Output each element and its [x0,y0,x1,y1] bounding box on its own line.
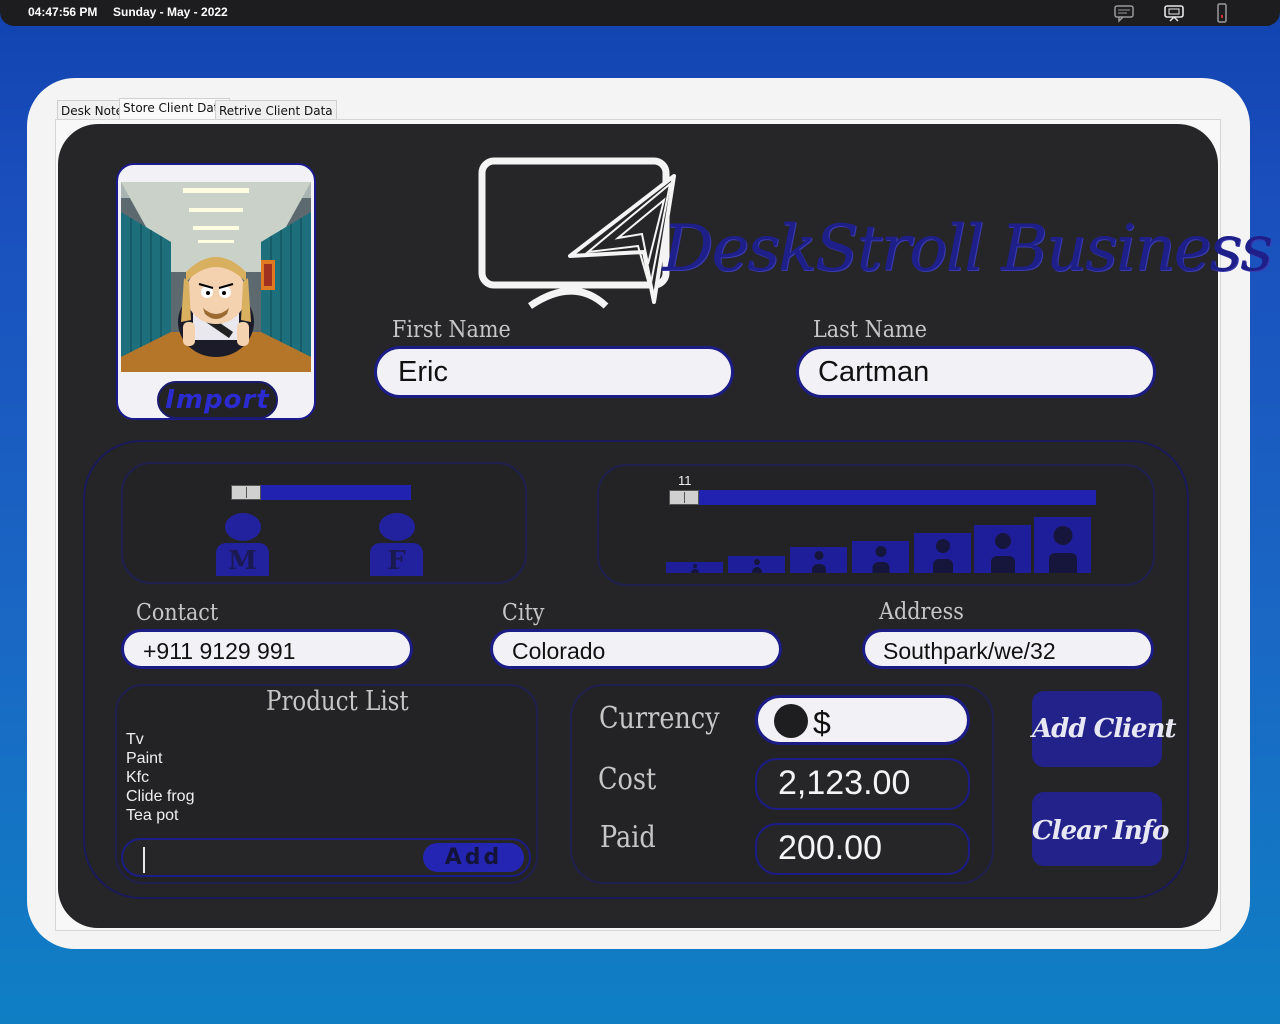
address-value: Southpark/we/32 [883,638,1056,664]
address-field[interactable]: Southpark/we/32 [862,629,1154,669]
import-photo-button[interactable]: Import [157,381,278,419]
gender-slider-thumb[interactable] [231,485,261,500]
first-name-value: Eric [398,356,448,388]
product-item[interactable]: Kfc [126,768,194,787]
product-list-title: Product List [266,686,409,717]
gender-selector [121,462,527,584]
tab-store-client-data[interactable]: Store Client Data [119,98,230,120]
age-step-5[interactable] [914,533,971,573]
currency-value: $ [813,705,831,741]
first-name-label: First Name [392,317,511,343]
age-group-figures [666,517,1092,573]
city-field[interactable]: Colorado [490,629,782,669]
currency-toggle-icon[interactable] [774,704,808,738]
cost-label: Cost [598,762,657,797]
male-label: M [216,543,269,576]
age-step-3[interactable] [790,547,847,573]
deskstroll-logo-icon [478,157,676,309]
male-figure-icon[interactable]: M [216,513,286,576]
age-slider-track[interactable] [669,490,1096,505]
currency-selector[interactable]: $ [755,695,970,745]
product-item[interactable]: Tv [126,730,194,749]
city-value: Colorado [512,638,606,664]
paid-field[interactable]: 200.00 [755,823,970,875]
contact-label: Contact [136,600,219,626]
last-name-field[interactable]: Cartman [796,346,1156,398]
clock-time: 04:47:56 PM [28,5,98,19]
age-step-4[interactable] [852,541,909,573]
phone-icon[interactable] [1211,3,1233,23]
product-input[interactable]: Add [121,838,531,877]
cost-value: 2,123.00 [778,764,911,802]
add-product-button[interactable]: Add [423,843,524,872]
brand-name: DeskStroll Business [662,212,1273,286]
city-label: City [502,600,545,626]
cost-field[interactable]: 2,123.00 [755,758,970,810]
product-item[interactable]: Paint [126,749,194,768]
paid-value: 200.00 [778,829,882,867]
last-name-value: Cartman [818,356,930,388]
tab-retrive-client-data[interactable]: Retrive Client Data [215,100,337,120]
age-step-2[interactable] [728,556,785,573]
text-caret [143,847,145,873]
product-item[interactable]: Tea pot [126,806,194,825]
monitor-icon[interactable] [1163,3,1185,23]
first-name-field[interactable]: Eric [374,346,734,398]
female-label: F [370,543,423,576]
tab-desk-note[interactable]: Desk Note [57,100,128,120]
age-step-7[interactable] [1034,517,1091,573]
last-name-label: Last Name [813,317,927,343]
paid-label: Paid [600,820,656,855]
chat-bubble-icon[interactable] [1113,3,1135,23]
address-label: Address [879,599,964,625]
product-item[interactable]: Clide frog [126,787,194,806]
client-photo [121,182,311,372]
clear-info-button[interactable]: Clear Info [1032,792,1169,866]
clock-date: Sunday - May - 2022 [113,5,228,19]
age-step-1[interactable] [666,562,723,573]
female-figure-icon[interactable]: F [370,513,440,576]
age-step-6[interactable] [974,525,1031,573]
product-list: Tv Paint Kfc Clide frog Tea pot [126,730,194,825]
age-slider-thumb[interactable] [669,490,699,505]
contact-value: +911 9129 991 [143,638,296,664]
contact-field[interactable]: +911 9129 991 [121,629,413,669]
currency-label: Currency [599,701,720,736]
age-value: 11 [678,473,692,488]
status-bar: 04:47:56 PM Sunday - May - 2022 [0,0,1280,26]
add-client-button[interactable]: Add Client [1032,691,1177,767]
